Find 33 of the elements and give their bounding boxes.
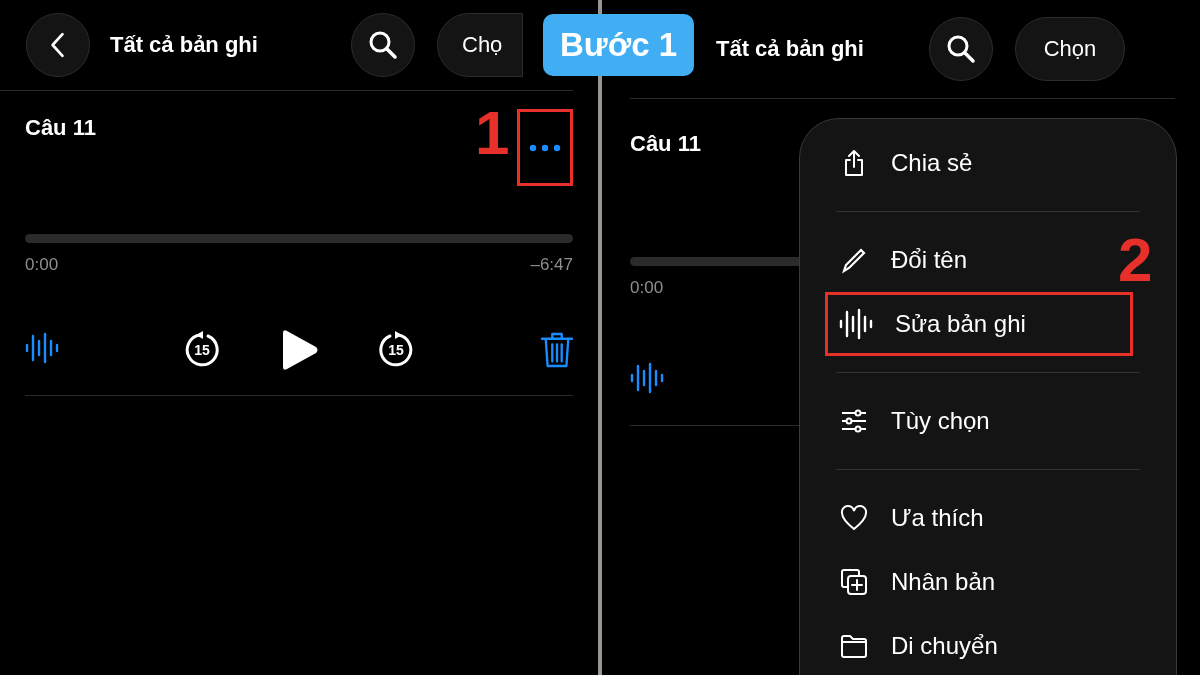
waveform-icon (839, 307, 873, 341)
menu-item[interactable]: Tùy chọn (800, 389, 1005, 453)
menu-item[interactable]: Di chuyển (800, 614, 1013, 675)
menu-item[interactable]: Chia sẻ (800, 131, 988, 195)
trash-icon[interactable] (541, 332, 573, 368)
elapsed-time: 0:00 (630, 278, 664, 298)
page-title: Tất cả bản ghi (110, 32, 259, 58)
recording-title: Câu 11 (25, 115, 96, 141)
menu-item[interactable]: Đổi tên (800, 228, 983, 292)
waveform-icon (25, 331, 59, 365)
menu-item[interactable]: Nhân bản (800, 550, 1011, 614)
back-icon (49, 31, 67, 59)
progress-track[interactable] (25, 234, 573, 243)
search-icon (368, 30, 398, 60)
select-button[interactable]: Chọn (1015, 17, 1125, 81)
search-icon (946, 34, 976, 64)
menu-item[interactable]: Sửa bản ghi (825, 292, 1133, 356)
step-number: 1 (475, 102, 510, 164)
step-badge: Bước 1 (543, 14, 694, 76)
remaining-time: –6:47 (530, 255, 573, 275)
page-title: Tất cả bản ghi (716, 36, 865, 62)
duplicate-icon (839, 567, 869, 597)
more-button[interactable] (517, 109, 573, 186)
more-icon (529, 143, 561, 152)
recording-title: Câu 11 (630, 131, 701, 157)
menu-item[interactable]: Ưa thích (800, 486, 999, 550)
waveform-icon (630, 361, 664, 395)
heart-icon (839, 503, 869, 533)
skip-forward-button[interactable]: 15 (377, 331, 415, 369)
elapsed-time: 0:00 (25, 255, 59, 275)
select-button[interactable]: Chọ (437, 13, 523, 77)
step-number: 2 (1118, 229, 1153, 291)
skip-back-button[interactable]: 15 (183, 331, 221, 369)
